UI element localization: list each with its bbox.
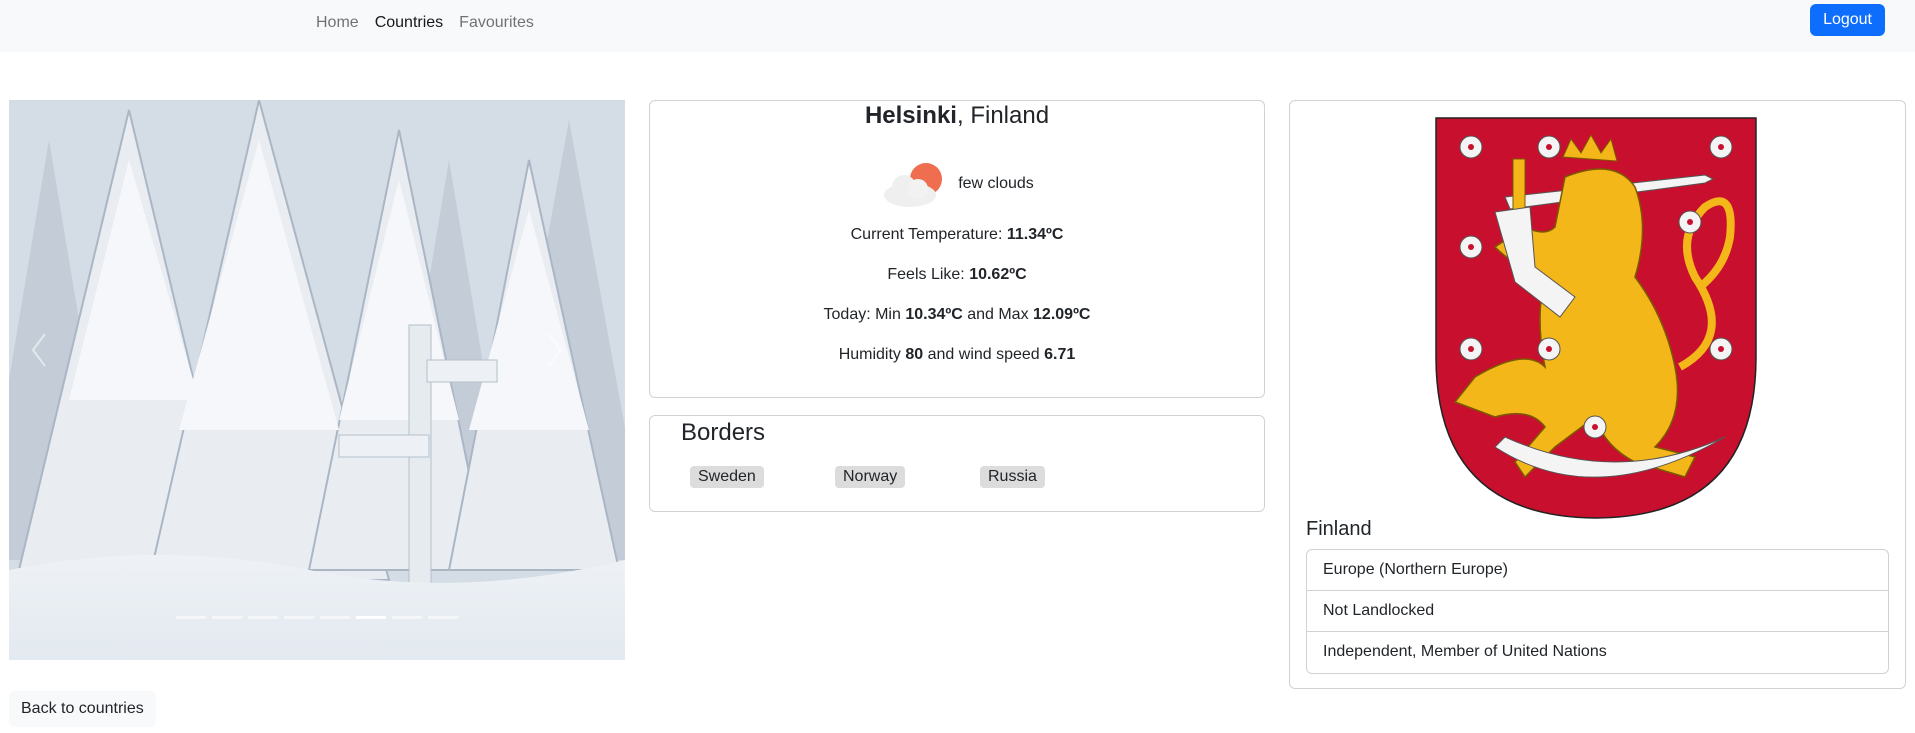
carousel-indicator[interactable] <box>356 616 386 619</box>
weather-description: few clouds <box>958 175 1034 192</box>
weather-condition: few clouds <box>650 157 1264 211</box>
humidity-value: 80 <box>905 346 924 363</box>
chevron-left-icon <box>31 333 46 367</box>
country-card: Finland Europe (Northern Europe) Not Lan… <box>1289 100 1906 689</box>
info-independence: Independent, Member of United Nations <box>1323 643 1607 660</box>
wind-speed-value: 6.71 <box>1044 346 1076 363</box>
weather-card: Helsinki, Finland few clouds Current Tem… <box>649 100 1265 398</box>
country-name: Finland <box>1306 518 1372 540</box>
nav-link-countries[interactable]: Countries <box>375 14 443 32</box>
country-suffix: , Finland <box>956 102 1050 129</box>
feels-like-value: 10.62ºC <box>969 266 1027 283</box>
wind-label: and wind speed <box>923 346 1045 363</box>
today-min-max: Today: Min 10.34ºC and Max 12.09ºC <box>650 305 1264 325</box>
today-label: Today: Min <box>823 306 906 323</box>
nav-link-favourites[interactable]: Favourites <box>459 14 534 32</box>
humidity-label: Humidity <box>838 346 906 363</box>
chevron-right-icon <box>548 333 563 367</box>
carousel-prev-button[interactable] <box>29 330 89 430</box>
country-info-list: Europe (Northern Europe) Not Landlocked … <box>1306 549 1889 674</box>
max-temp-value: 12.09ºC <box>1033 306 1091 323</box>
current-temperature-label: Current Temperature: <box>850 226 1007 243</box>
carousel-indicator[interactable] <box>284 616 314 619</box>
feels-like-label: Feels Like: <box>887 266 970 283</box>
coat-of-arms-image <box>1435 117 1757 519</box>
back-to-countries-button[interactable]: Back to countries <box>9 691 156 727</box>
borders-title: Borders <box>681 419 766 446</box>
carousel-indicators <box>9 616 625 619</box>
carousel-indicator[interactable] <box>320 616 350 619</box>
few-clouds-icon <box>884 163 943 207</box>
border-chip-norway[interactable]: Norway <box>835 466 906 488</box>
borders-card: Borders Sweden Norway Russia <box>649 415 1265 512</box>
and-max-label: and Max <box>962 306 1034 323</box>
nav-links: Home Countries Favourites <box>316 14 534 32</box>
logout-button[interactable]: Logout <box>1810 4 1885 36</box>
carousel-indicator[interactable] <box>176 616 206 619</box>
navbar: Home Countries Favourites Logout <box>0 0 1915 52</box>
border-chip-sweden[interactable]: Sweden <box>690 466 764 488</box>
carousel-indicator[interactable] <box>212 616 242 619</box>
current-temperature: Current Temperature: 11.34ºC <box>650 225 1264 245</box>
carousel-indicator[interactable] <box>392 616 422 619</box>
carousel-indicator[interactable] <box>248 616 278 619</box>
nav-link-home[interactable]: Home <box>316 14 359 32</box>
feels-like: Feels Like: 10.62ºC <box>650 265 1264 285</box>
city-title: Helsinki, Finland <box>650 101 1264 131</box>
carousel-next-button[interactable] <box>545 330 605 430</box>
current-temperature-value: 11.34ºC <box>1006 226 1064 243</box>
info-region: Europe (Northern Europe) <box>1307 550 1888 591</box>
carousel-snow-forest-image <box>9 100 625 660</box>
carousel-indicator[interactable] <box>428 616 458 619</box>
image-carousel[interactable] <box>9 100 625 660</box>
humidity-wind: Humidity 80 and wind speed 6.71 <box>650 345 1264 365</box>
info-landlocked: Not Landlocked <box>1307 591 1888 632</box>
border-chip-russia[interactable]: Russia <box>980 466 1045 488</box>
city-name: Helsinki <box>864 102 957 129</box>
min-temp-value: 10.34ºC <box>905 306 963 323</box>
